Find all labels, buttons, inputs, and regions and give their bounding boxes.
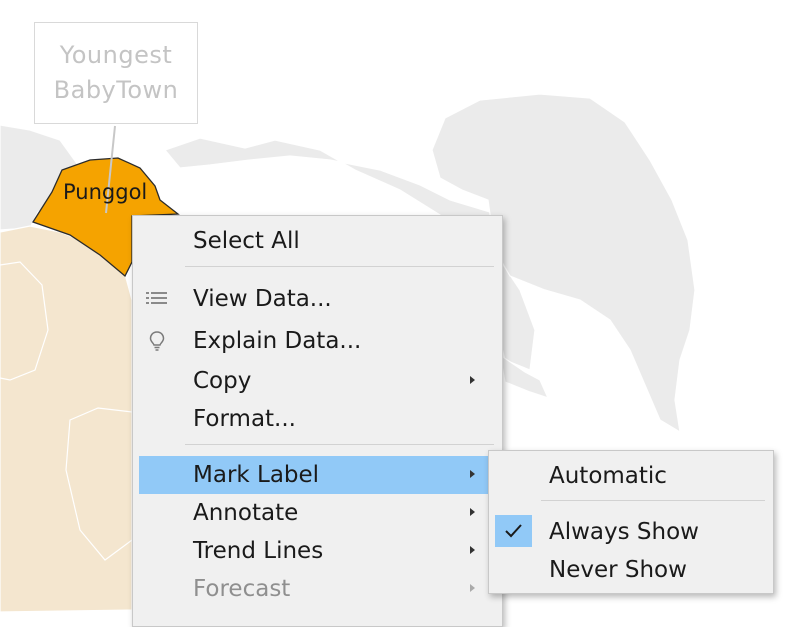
- menu-item-format[interactable]: Format...: [133, 400, 502, 438]
- menu-item-label: Explain Data...: [193, 328, 362, 354]
- menu-item-label: Automatic: [549, 463, 667, 489]
- lightbulb-icon: [145, 331, 169, 353]
- menu-item-label: Trend Lines: [193, 538, 324, 564]
- chevron-right-icon: [470, 508, 475, 516]
- menu-item-label: Always Show: [549, 519, 699, 545]
- menu-separator: [541, 500, 765, 501]
- checkmark-icon: [495, 515, 532, 547]
- annotation-line: BabyTown: [53, 76, 179, 104]
- menu-item-view-data[interactable]: View Data...: [133, 280, 502, 318]
- submenu-item-always-show[interactable]: Always Show: [489, 513, 773, 551]
- menu-item-label: Format...: [193, 406, 296, 432]
- menu-separator: [185, 444, 494, 445]
- chevron-right-icon: [470, 584, 475, 592]
- menu-item-mark-label[interactable]: Mark Label: [139, 456, 488, 494]
- menu-item-label: Copy: [193, 368, 252, 394]
- menu-separator: [185, 266, 494, 267]
- mark-label-submenu: Automatic Always Show Never Show: [488, 450, 774, 594]
- menu-item-forecast: Forecast: [133, 570, 502, 608]
- annotation-line: Youngest: [59, 41, 173, 69]
- menu-item-copy[interactable]: Copy: [133, 362, 502, 400]
- menu-item-label: View Data...: [193, 286, 332, 312]
- menu-item-explain-data[interactable]: Explain Data...: [133, 322, 502, 360]
- menu-item-label: Mark Label: [193, 462, 320, 488]
- chevron-right-icon: [470, 470, 475, 478]
- chevron-right-icon: [470, 546, 475, 554]
- menu-item-trend-lines[interactable]: Trend Lines: [133, 532, 502, 570]
- chevron-right-icon: [470, 376, 475, 384]
- menu-item-annotate[interactable]: Annotate: [133, 494, 502, 532]
- menu-item-label: Forecast: [193, 576, 291, 602]
- submenu-item-automatic[interactable]: Automatic: [489, 457, 773, 495]
- menu-item-label: Annotate: [193, 500, 299, 526]
- menu-item-label: Never Show: [549, 557, 687, 583]
- map-mark-label: Punggol: [63, 180, 148, 204]
- menu-item-select-all[interactable]: Select All: [133, 222, 502, 260]
- submenu-item-never-show[interactable]: Never Show: [489, 551, 773, 589]
- annotation-box[interactable]: Youngest BabyTown: [34, 22, 198, 124]
- menu-item-label: Select All: [193, 228, 300, 254]
- table-icon: [145, 289, 169, 311]
- context-menu: Select All View Data... Explain Data...: [132, 215, 503, 627]
